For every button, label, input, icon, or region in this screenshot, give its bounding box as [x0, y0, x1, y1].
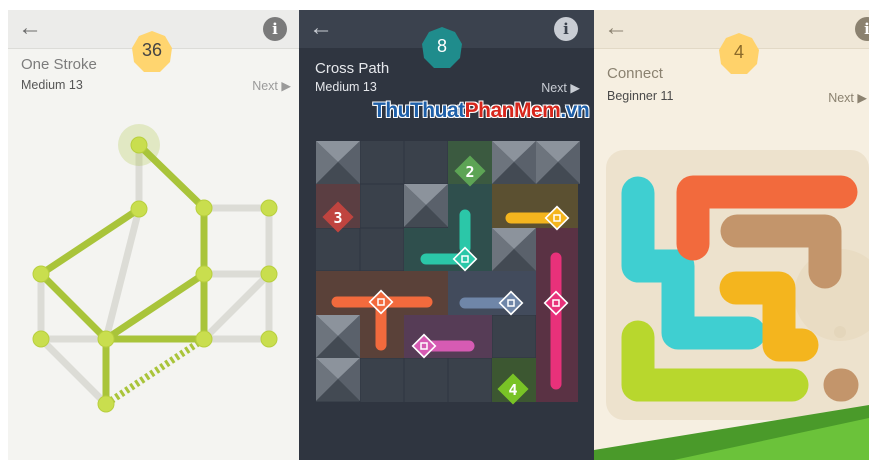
cross-path-screen: ← i 8 Cross Path Medium 13 Next ▶ 2 3 4	[299, 10, 594, 460]
watermark: ThuThuatPhanMem.vn	[373, 99, 590, 123]
tile-number: 4	[508, 381, 517, 399]
watermark-part3: .vn	[560, 99, 590, 122]
tile-number: 2	[465, 163, 474, 181]
watermark-part2: PhanMem	[464, 99, 561, 122]
green-corner-decoration	[594, 405, 869, 460]
watermark-part1: ThuThuat	[373, 99, 465, 122]
connect-screen: ← i 4 Connect Beginner 11 Next ▶	[594, 10, 869, 460]
one-stroke-screen: ← i 36 One Stroke Medium 13 Next ▶	[8, 10, 299, 460]
tile-number: 3	[333, 209, 342, 227]
one-stroke-board[interactable]	[8, 10, 299, 460]
cross-path-board[interactable]: 2 3 4	[299, 10, 594, 460]
